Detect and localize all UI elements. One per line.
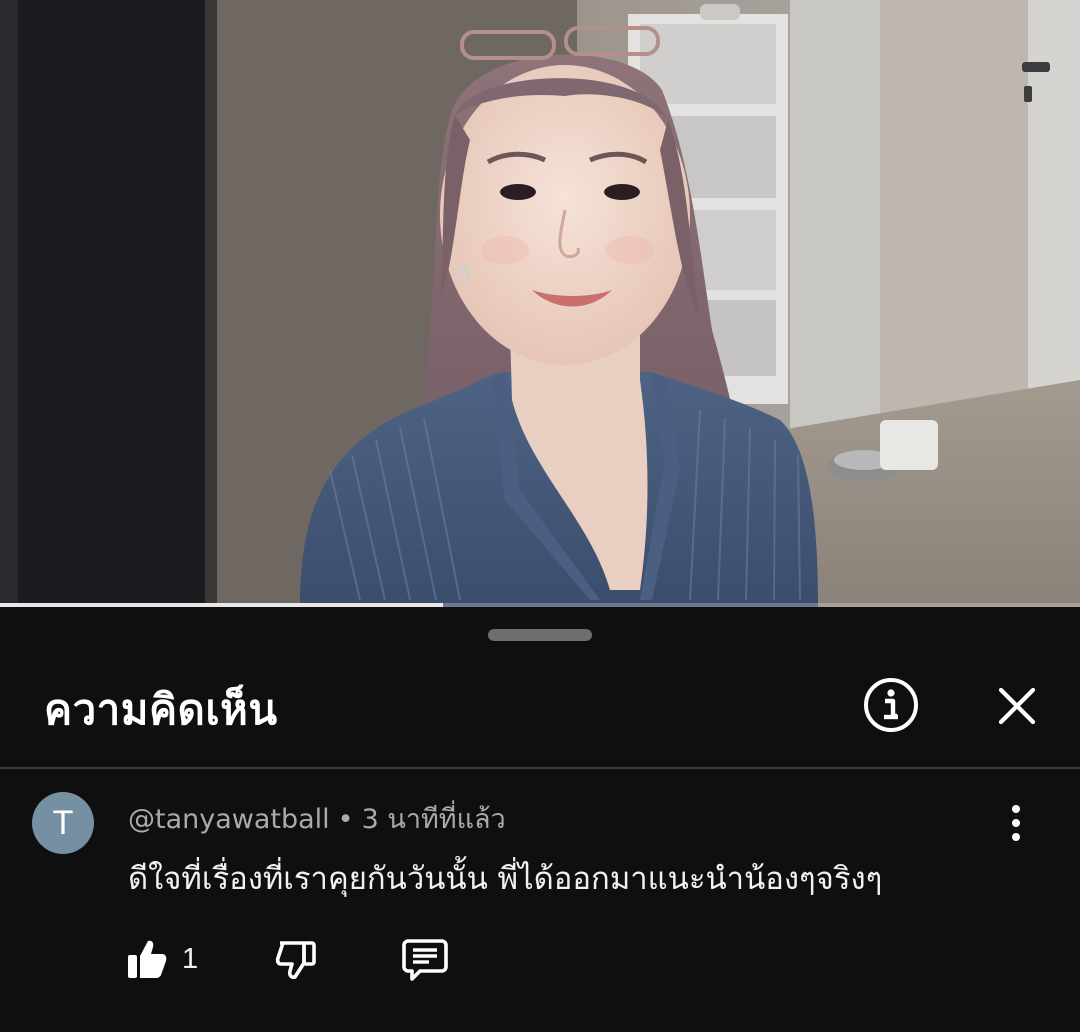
close-button[interactable] [993,682,1041,730]
drag-handle[interactable] [488,629,592,641]
comment-author[interactable]: @tanyawatball [128,804,330,835]
comment-item: T @tanyawatball • 3 นาทีที่แล้ว ดีใจที่เรื… [0,769,1080,1032]
video-frame [0,0,1080,607]
info-button[interactable] [862,676,920,734]
info-circle-icon [864,678,918,732]
more-vertical-icon [1012,805,1020,841]
dislike-button[interactable] [274,935,320,983]
comment-meta: @tanyawatball • 3 นาทีที่แล้ว [128,797,506,840]
more-options-button[interactable] [1000,803,1032,845]
reply-icon [402,939,448,981]
thumbs-down-icon [275,941,316,979]
meta-separator: • [337,804,354,835]
comment-time: 3 นาทีที่แล้ว [361,804,506,835]
close-icon [998,687,1036,725]
reply-button[interactable] [400,935,450,983]
avatar-letter: T [52,803,74,842]
comments-panel: ความคิดเห็น T @tanyawatball • 3 นาทีที่แล้… [0,607,1080,1032]
avatar[interactable]: T [32,792,94,854]
video-player[interactable] [0,0,1080,607]
like-button[interactable]: 1 [126,935,198,983]
comment-text: ดีใจที่เรื่องที่เราคุยกันวันนั้น พี่ได้อ… [128,861,883,897]
like-count: 1 [182,942,199,975]
thumbs-up-icon [128,940,167,978]
comments-title: ความคิดเห็น [44,685,278,734]
